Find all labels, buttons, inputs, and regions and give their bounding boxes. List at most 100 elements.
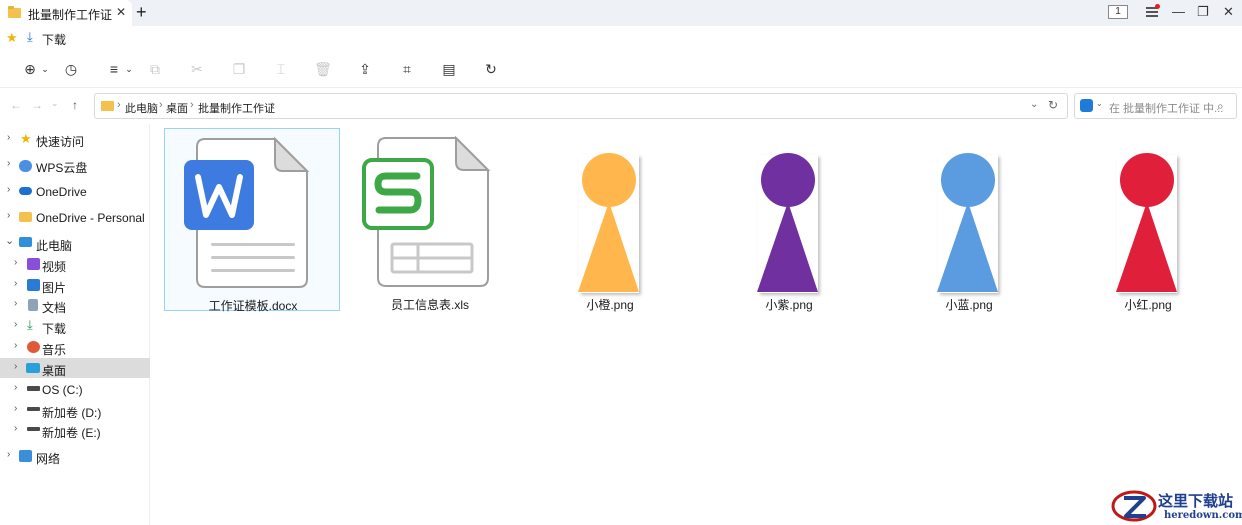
watermark: 这里下载站 heredown.com (1108, 487, 1242, 525)
clock-icon[interactable]: ◷ (62, 60, 80, 78)
chevron-right-icon[interactable]: › (14, 361, 17, 372)
chevron-right-icon[interactable]: › (14, 319, 17, 330)
chevron-down-icon[interactable]: ⌄ (120, 60, 138, 78)
sidebar-item-quick-access[interactable]: › ★ 快速访问 (0, 129, 150, 149)
sidebar-item-label: 桌面 (42, 364, 67, 378)
chevron-right-icon[interactable]: › (14, 340, 17, 351)
file-name: 员工信息表.xls (390, 298, 469, 312)
breadcrumb-this-pc[interactable]: 此电脑 (125, 100, 158, 116)
sidebar-item-network[interactable]: › 网络 (0, 446, 150, 466)
sidebar-item-label: OneDrive - Personal (36, 211, 145, 225)
download-icon: ⤓ (27, 317, 33, 332)
breadcrumb-desktop[interactable]: 桌面 (166, 100, 188, 116)
breadcrumb-current-folder[interactable]: 批量制作工作证 (198, 100, 275, 116)
sidebar-item-drive-d[interactable]: › 新加卷 (D:) (0, 400, 150, 420)
close-button[interactable]: ✕ (1223, 4, 1234, 20)
watermark-logo (1111, 490, 1157, 522)
chevron-right-icon[interactable]: › (14, 278, 17, 289)
breadcrumb-separator: › (190, 99, 194, 111)
file-name: 小橙.png (586, 298, 634, 312)
sidebar-item-downloads[interactable]: › ⤓ 下载 (0, 316, 150, 337)
chevron-right-icon[interactable]: › (7, 132, 10, 143)
sidebar-item-label: 音乐 (42, 343, 67, 357)
save-icon[interactable]: ▤ (440, 60, 458, 78)
search-engine-icon[interactable] (1080, 99, 1093, 112)
sidebar-item-onedrive-personal[interactable]: › OneDrive - Personal (0, 207, 150, 227)
chevron-right-icon[interactable]: › (14, 423, 17, 434)
chevron-right-icon[interactable]: › (14, 298, 17, 309)
pawn-image-icon (937, 153, 998, 292)
sidebar-item-drive-c[interactable]: › OS (C:) (0, 379, 150, 399)
tab-close-button[interactable]: ✕ (116, 5, 126, 19)
file-name: 小紫.png (765, 298, 813, 312)
sidebar-item-pictures[interactable]: › 图片 (0, 275, 150, 295)
file-item-png-red[interactable]: 小红.png (1060, 128, 1236, 312)
desktop-icon (26, 363, 40, 373)
file-item-docx[interactable]: 工作证模板.docx (164, 128, 340, 313)
sidebar: › ★ 快速访问 › WPS云盘 › OneDrive › OneDrive -… (0, 124, 150, 525)
rename-icon[interactable]: ⌶ (272, 60, 290, 78)
sidebar-item-drive-e[interactable]: › 新加卷 (E:) (0, 420, 150, 440)
sidebar-item-desktop[interactable]: › 桌面 (0, 358, 150, 378)
chevron-down-icon[interactable]: ⌄ (36, 60, 54, 78)
new-tab-button[interactable]: + (136, 2, 147, 23)
up-icon[interactable]: ↑ (72, 98, 78, 112)
cut-icon[interactable]: ✂ (188, 60, 206, 78)
chevron-down-icon[interactable]: ⌄ (1096, 99, 1103, 108)
chevron-right-icon[interactable]: › (14, 382, 17, 393)
search-placeholder: 在 批量制作工作证 中... (1109, 103, 1224, 115)
word-doc-icon (184, 136, 310, 288)
bookmark-bar (0, 26, 1242, 50)
sidebar-item-label: 视频 (42, 260, 67, 274)
sidebar-item-documents[interactable]: › 文档 (0, 295, 150, 315)
window-count-badge[interactable]: 1 (1108, 5, 1128, 19)
refresh-icon[interactable]: ↻ (1048, 98, 1058, 112)
chevron-right-icon[interactable]: › (7, 449, 10, 460)
chevron-down-icon[interactable]: ⌄ (1030, 99, 1038, 110)
share-icon[interactable]: ⇪ (356, 60, 374, 78)
computer-icon (19, 237, 32, 247)
forward-icon[interactable]: → (31, 98, 43, 112)
sidebar-item-label: 新加卷 (E:) (42, 426, 101, 440)
sidebar-item-videos[interactable]: › 视频 (0, 254, 150, 274)
sidebar-item-label: 新加卷 (D:) (42, 406, 102, 420)
file-name: 工作证模板.docx (208, 299, 298, 313)
tab-active[interactable]: 批量制作工作证 ✕ (0, 0, 132, 26)
sidebar-item-label: 快速访问 (36, 135, 85, 149)
search-icon[interactable]: ⌕ (1217, 99, 1224, 114)
copy-icon[interactable]: ⧉ (146, 60, 164, 78)
paste-icon[interactable]: ❐ (230, 60, 248, 78)
chevron-right-icon[interactable]: › (14, 257, 17, 268)
file-name: 小蓝.png (945, 298, 993, 312)
wps-cloud-icon (19, 160, 32, 172)
pawn-image-icon (1116, 153, 1177, 292)
crop-icon[interactable]: ⌗ (398, 60, 416, 78)
sidebar-item-this-pc[interactable]: ⌄ 此电脑 (0, 233, 150, 253)
minimize-button[interactable]: — (1172, 4, 1185, 19)
onedrive-icon (19, 187, 32, 195)
title-bar (0, 0, 1242, 26)
file-item-xls[interactable]: 员工信息表.xls (342, 128, 518, 312)
file-item-png-blue[interactable]: 小蓝.png (881, 128, 1057, 312)
file-item-png-purple[interactable]: 小紫.png (701, 128, 877, 312)
refresh-icon[interactable]: ↻ (482, 60, 500, 78)
sidebar-item-onedrive[interactable]: › OneDrive (0, 181, 150, 201)
back-icon[interactable]: ← (10, 98, 22, 112)
chevron-right-icon[interactable]: › (7, 184, 10, 195)
delete-icon[interactable]: 🗑 (314, 60, 332, 78)
chevron-right-icon[interactable]: › (7, 158, 10, 169)
file-item-png-orange[interactable]: 小橙.png (522, 128, 698, 312)
breadcrumb-separator: › (117, 99, 121, 111)
chevron-down-icon[interactable]: ⌄ (5, 234, 14, 247)
chevron-right-icon[interactable]: › (7, 210, 10, 221)
sidebar-item-wps-cloud[interactable]: › WPS云盘 (0, 155, 150, 175)
sidebar-item-label: 网络 (36, 452, 61, 466)
star-icon[interactable]: ★ (6, 30, 18, 46)
chevron-right-icon[interactable]: › (14, 403, 17, 414)
sidebar-item-music[interactable]: › 音乐 (0, 337, 150, 357)
sidebar-item-label: OneDrive (36, 185, 87, 199)
bookmark-download[interactable]: 下载 (42, 31, 66, 48)
restore-button[interactable]: ❐ (1197, 4, 1209, 20)
file-name: 小红.png (1124, 298, 1172, 312)
chevron-down-icon[interactable]: ⌄ (51, 98, 59, 109)
